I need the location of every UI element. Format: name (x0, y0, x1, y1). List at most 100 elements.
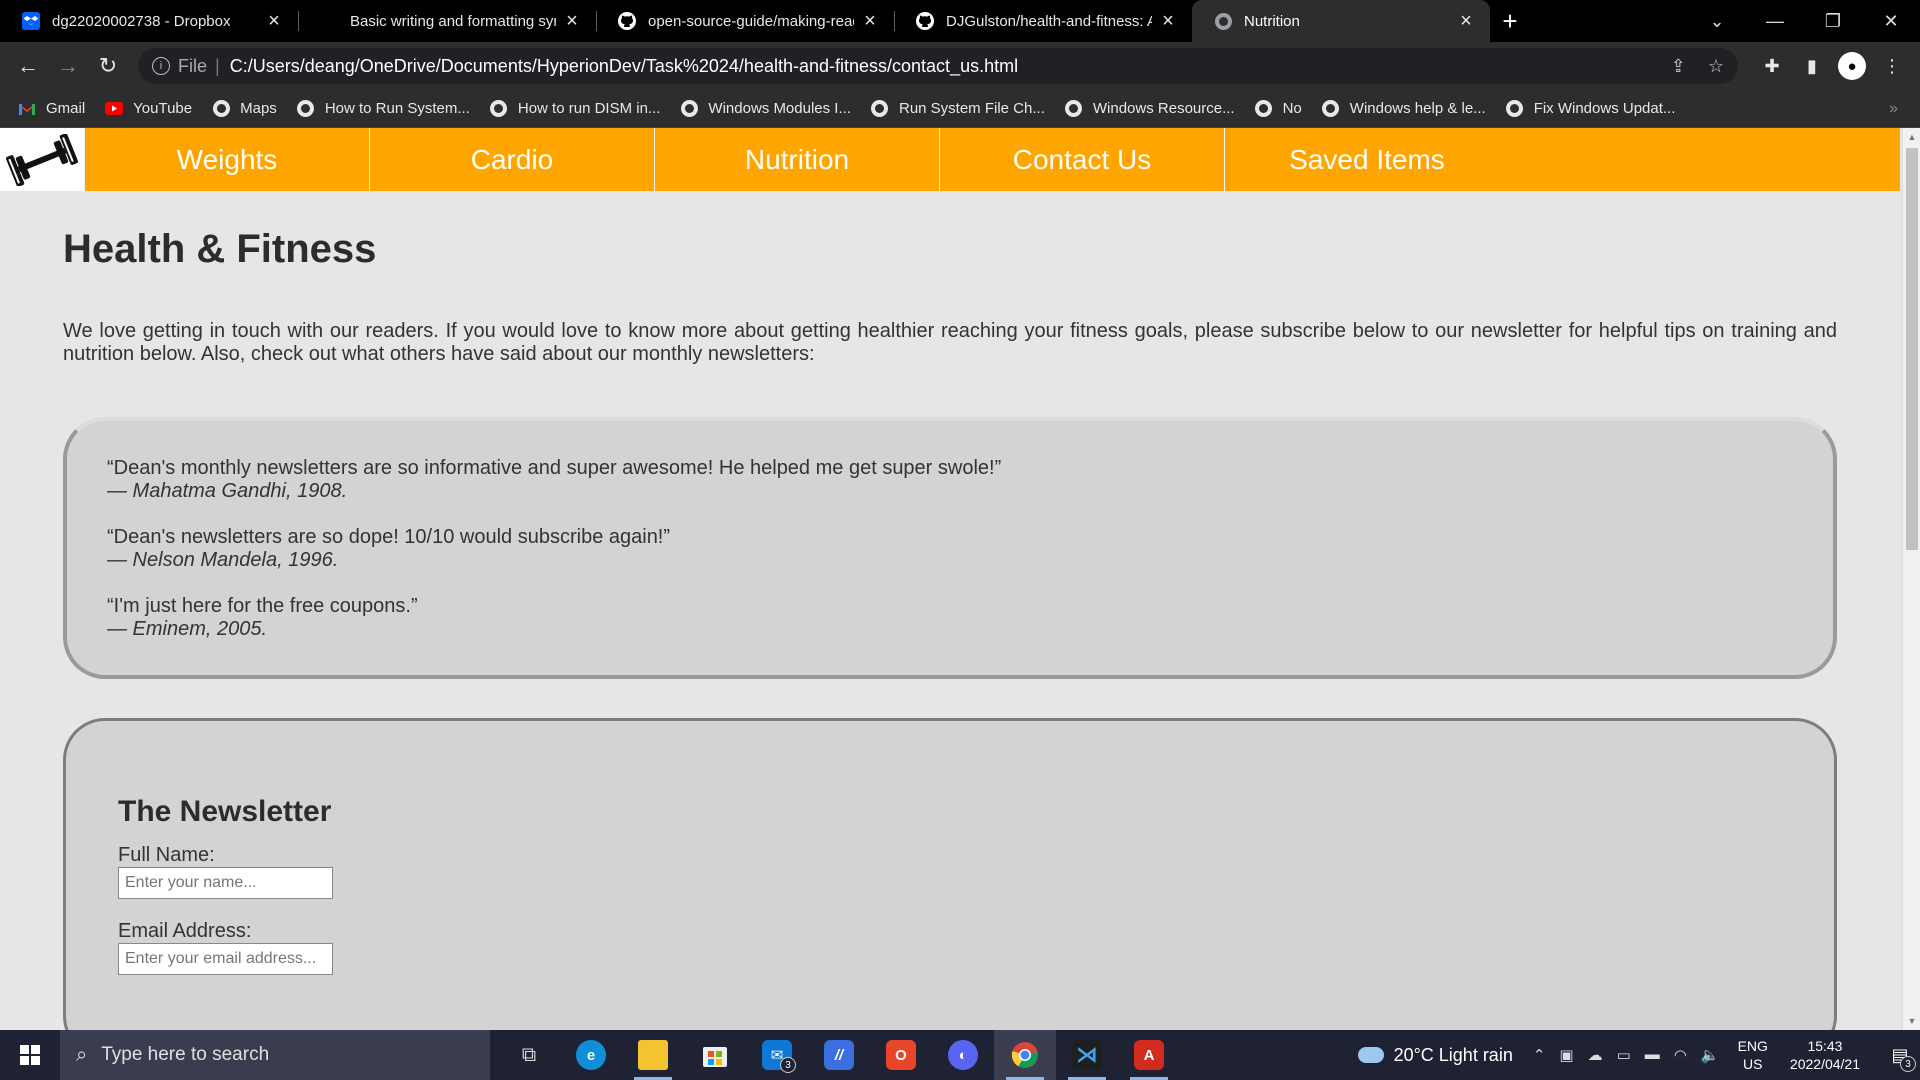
minimize-icon[interactable]: — (1746, 0, 1804, 42)
full-name-input[interactable] (118, 867, 333, 899)
globe-icon (1255, 100, 1273, 118)
microsoft-store-icon[interactable] (684, 1030, 746, 1080)
close-tab-icon[interactable]: × (1456, 10, 1476, 33)
nav-cardio[interactable]: Cardio (369, 128, 654, 191)
dev-app-icon[interactable]: // (808, 1030, 870, 1080)
vscode-icon[interactable]: ⋊ (1056, 1030, 1118, 1080)
nav-nutrition[interactable]: Nutrition (654, 128, 939, 191)
mail-icon[interactable]: ✉ 3 (746, 1030, 808, 1080)
chevron-up-icon[interactable]: ⌃ (1533, 1046, 1546, 1064)
testimonials-card: “Dean's monthly newsletters are so infor… (63, 417, 1837, 679)
testimonial-text: “Dean's newsletters are so dope! 10/10 w… (107, 526, 671, 548)
globe-icon (490, 100, 508, 118)
tab-github-health-and-fitness[interactable]: DJGulston/health-and-fitness: A v × (894, 0, 1192, 42)
lang-code: ENG (1737, 1038, 1768, 1054)
url-text[interactable]: C:/Users/deang/OneDrive/Documents/Hyperi… (230, 56, 1649, 77)
bookmark-how-to-run-system[interactable]: How to Run System... (297, 100, 470, 118)
nav-weights[interactable]: Weights (84, 128, 369, 191)
onedrive-cloud-icon[interactable]: ☁ (1588, 1046, 1603, 1064)
windows-start-icon[interactable] (0, 1030, 60, 1080)
bookmark-label: Maps (240, 100, 277, 117)
testimonial-text: “I'm just here for the free coupons.” (107, 595, 418, 617)
bookmark-maps[interactable]: Maps (212, 100, 277, 118)
nav-contact-us[interactable]: Contact Us (939, 128, 1224, 191)
mail-badge: 3 (780, 1057, 796, 1073)
toolbar-actions: ✚ ▮ ● ⋮ (1752, 48, 1912, 84)
forward-icon[interactable]: → (48, 46, 88, 86)
globe-icon (212, 100, 230, 118)
youtube-icon (105, 100, 124, 118)
tab-search-chevron-icon[interactable]: ⌄ (1688, 0, 1746, 42)
scroll-up-icon[interactable]: ▲ (1903, 132, 1920, 142)
page-scrollbar[interactable]: ▲ ▼ (1902, 128, 1920, 1030)
bookmark-label: Windows Resource... (1092, 100, 1235, 117)
profile-avatar[interactable]: ● (1838, 52, 1866, 80)
file-explorer-icon[interactable] (622, 1030, 684, 1080)
share-icon[interactable]: ⇪ (1671, 56, 1686, 77)
scrollbar-thumb[interactable] (1906, 148, 1918, 550)
bookmark-run-system-file-check[interactable]: Run System File Ch... (871, 100, 1045, 118)
wifi-icon[interactable]: ◠ (1674, 1046, 1687, 1064)
bookmarks-bar: Gmail YouTube Maps How to Run System... … (0, 90, 1920, 128)
globe-icon (1506, 100, 1524, 118)
discord-icon[interactable]: ◐ (932, 1030, 994, 1080)
clock[interactable]: 15:43 2022/04/21 (1790, 1037, 1860, 1073)
close-tab-icon[interactable]: × (860, 10, 880, 33)
language-indicator[interactable]: ENG US (1738, 1037, 1768, 1073)
bookmark-star-icon[interactable]: ☆ (1708, 56, 1724, 77)
tab-dropbox[interactable]: dg22020002738 - Dropbox × (0, 0, 298, 42)
bookmark-label: YouTube (133, 100, 193, 117)
reload-icon[interactable]: ↻ (88, 46, 128, 86)
meet-icon[interactable]: ▣ (1559, 1046, 1573, 1064)
side-panel-icon[interactable]: ▮ (1792, 56, 1832, 77)
taskbar-search[interactable]: ⌕ Type here to search (60, 1030, 490, 1080)
tab-nutrition[interactable]: Nutrition × (1192, 0, 1490, 42)
new-tab-button[interactable]: + (1490, 0, 1530, 42)
newsletter-heading: The Newsletter (118, 795, 332, 828)
extensions-icon[interactable]: ✚ (1752, 56, 1792, 77)
tab-github-basic-writing[interactable]: Basic writing and formatting synt × (298, 0, 596, 42)
bookmark-windows-help[interactable]: Windows help & le... (1322, 100, 1486, 118)
menu-kebab-icon[interactable]: ⋮ (1872, 56, 1912, 77)
task-view-icon[interactable]: ⧉ (498, 1030, 560, 1080)
site-info-icon[interactable]: i (152, 57, 170, 75)
close-tab-icon[interactable]: × (562, 10, 582, 33)
bookmark-gmail[interactable]: Gmail (18, 100, 85, 118)
nav-saved-items[interactable]: Saved Items (1224, 128, 1509, 191)
email-input[interactable] (118, 943, 333, 975)
bookmark-label: No (1282, 100, 1302, 117)
close-tab-icon[interactable]: × (264, 10, 284, 33)
acrobat-icon[interactable]: A (1118, 1030, 1180, 1080)
address-bar[interactable]: i File | C:/Users/deang/OneDrive/Documen… (138, 48, 1738, 84)
globe-icon (1065, 100, 1083, 118)
bookmark-windows-resource[interactable]: Windows Resource... (1065, 100, 1235, 118)
testimonial: “Dean's monthly newsletters are so infor… (107, 457, 1833, 503)
close-window-icon[interactable]: ✕ (1862, 0, 1920, 42)
back-icon[interactable]: ← (8, 46, 48, 86)
newsletter-form: The Newsletter Full Name: Email Address: (63, 718, 1837, 1030)
battery-icon[interactable]: ▬ (1645, 1046, 1660, 1064)
scroll-down-icon[interactable]: ▼ (1903, 1016, 1920, 1026)
bookmark-youtube[interactable]: YouTube (105, 100, 192, 118)
url-separator: | (215, 55, 220, 76)
dumbbell-logo-icon[interactable] (0, 128, 84, 191)
chrome-icon[interactable] (994, 1030, 1056, 1080)
bookmark-windows-modules[interactable]: Windows Modules I... (680, 100, 851, 118)
volume-icon[interactable]: 🔈 (1701, 1046, 1720, 1064)
edge-icon[interactable]: e (560, 1030, 622, 1080)
notifications-icon[interactable]: ▤ 3 (1880, 1030, 1920, 1080)
bookmark-how-to-run-dism[interactable]: How to run DISM in... (490, 100, 660, 118)
github-icon (618, 12, 636, 30)
tab-title: dg22020002738 - Dropbox (52, 12, 231, 30)
bookmark-fix-windows-update[interactable]: Fix Windows Updat... (1506, 100, 1675, 118)
bookmark-no[interactable]: No (1255, 100, 1302, 118)
pinned-apps: ⧉ e ✉ 3 // O ◐ ⋊ A (498, 1030, 1180, 1080)
more-bookmarks-icon[interactable]: » (1889, 100, 1898, 118)
close-tab-icon[interactable]: × (1158, 10, 1178, 33)
display-icon[interactable]: ▭ (1617, 1046, 1631, 1064)
office-icon[interactable]: O (870, 1030, 932, 1080)
restore-icon[interactable]: ❐ (1804, 0, 1862, 42)
weather-widget[interactable]: 20°C Light rain (1357, 1045, 1513, 1066)
tab-github-open-source-guide[interactable]: open-source-guide/making-read × (596, 0, 894, 42)
testimonial-author: — Eminem, 2005. (107, 618, 268, 640)
